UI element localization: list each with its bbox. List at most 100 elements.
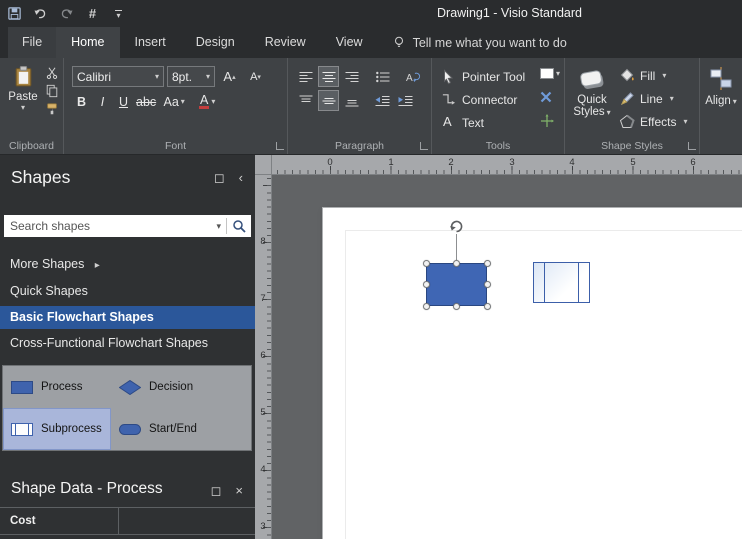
search-input[interactable] (4, 219, 212, 233)
align-right-button[interactable] (341, 66, 362, 87)
subprocess-shape[interactable] (533, 262, 590, 303)
ruler-number: 1 (388, 157, 394, 168)
underline-button[interactable]: U (114, 91, 133, 112)
italic-button[interactable]: I (93, 91, 112, 112)
text-block-button[interactable] (540, 114, 554, 128)
bullets-button[interactable] (372, 66, 393, 87)
decrease-indent-button[interactable] (372, 90, 393, 111)
tab-file[interactable]: File (8, 27, 57, 58)
tab-design[interactable]: Design (181, 27, 250, 58)
effects-button[interactable]: Effects ▾ (619, 110, 687, 133)
process-shape[interactable] (426, 263, 487, 306)
rectangle-tool-button[interactable]: ▾ (539, 68, 560, 79)
align-center-icon (322, 71, 335, 82)
decision-master-icon (119, 379, 141, 395)
ruler-number: 4 (569, 157, 575, 168)
align-button[interactable]: Align ▾ (703, 66, 739, 107)
start-end-master-icon (119, 423, 141, 435)
drawing-surface[interactable] (272, 175, 742, 539)
bold-button[interactable]: B (72, 91, 91, 112)
undo-button[interactable] (32, 5, 49, 23)
shape-styles-group-label: Shape Styles (601, 140, 663, 152)
shape-styles-dialog-launcher[interactable] (688, 142, 696, 150)
master-subprocess[interactable]: Subprocess (3, 408, 111, 450)
stencil-cross-functional[interactable]: Cross-Functional Flowchart Shapes (10, 336, 208, 350)
quick-styles-button[interactable]: Quick Styles ▾ (569, 64, 615, 133)
align-center-button[interactable] (318, 66, 339, 87)
increase-indent-button[interactable] (395, 90, 416, 111)
undo-icon (34, 9, 46, 19)
copy-button[interactable] (43, 83, 61, 99)
selection-handle[interactable] (453, 302, 460, 310)
change-case-button[interactable]: Aa ▾ (159, 91, 189, 112)
stencil-basic-flowchart[interactable]: Basic Flowchart Shapes (0, 306, 255, 329)
touch-mouse-mode-button[interactable]: # (84, 5, 101, 23)
align-bottom-icon (345, 99, 358, 106)
selection-handle[interactable] (422, 281, 430, 288)
ruler-number: 3 (509, 157, 515, 168)
align-middle-button[interactable] (318, 90, 339, 111)
paste-icon (15, 66, 31, 87)
font-dialog-launcher[interactable] (276, 142, 284, 150)
master-process[interactable]: Process (3, 366, 111, 408)
float-panel-icon[interactable]: ◻ (211, 483, 222, 499)
align-left-button[interactable] (295, 66, 316, 87)
font-family-combo[interactable]: Calibri ▾ (72, 66, 164, 87)
strikethrough-button[interactable]: abc (135, 91, 157, 112)
close-icon[interactable]: × (235, 483, 243, 499)
connection-point-button[interactable] (540, 91, 552, 103)
tab-review[interactable]: Review (250, 27, 321, 58)
chevron-down-icon: ▾ (211, 97, 216, 106)
master-decision[interactable]: Decision (111, 366, 251, 408)
shrink-font-button[interactable]: A ▾ (244, 66, 267, 87)
format-painter-button[interactable] (43, 101, 61, 117)
pointer-tool-button[interactable]: Pointer Tool (462, 70, 525, 84)
rotation-handle-icon[interactable] (449, 219, 464, 234)
text-direction-button[interactable]: A (403, 66, 424, 87)
selection-handle[interactable] (422, 302, 430, 310)
tab-home[interactable]: Home (56, 27, 120, 58)
align-top-button[interactable] (295, 90, 316, 111)
save-button[interactable] (6, 5, 23, 23)
align-bottom-button[interactable] (341, 90, 362, 111)
font-size-combo[interactable]: 8pt. ▾ (167, 66, 215, 87)
selection-handle[interactable] (483, 302, 491, 310)
collapse-panel-icon[interactable]: ‹ (239, 170, 243, 186)
drawing-page[interactable] (322, 207, 742, 539)
chevron-down-icon: ▾ (555, 69, 560, 78)
tell-me-box[interactable]: Tell me what you want to do (392, 27, 567, 58)
fill-button[interactable]: Fill ▾ (619, 64, 687, 87)
rotation-handle-line (456, 234, 457, 260)
float-panel-icon[interactable]: ◻ (214, 170, 225, 186)
window-title: Drawing1 - Visio Standard (437, 6, 582, 20)
line-button[interactable]: Line ▾ (619, 87, 687, 110)
ruler-number: 5 (260, 407, 266, 418)
shape-data-row-cost[interactable]: Cost (0, 508, 255, 535)
selection-handle[interactable] (483, 281, 491, 288)
connector-button[interactable]: Connector (462, 93, 517, 107)
tab-view[interactable]: View (321, 27, 378, 58)
search-button[interactable] (227, 215, 251, 237)
paragraph-dialog-launcher[interactable] (420, 142, 428, 150)
tools-group-label: Tools (485, 140, 511, 152)
grow-font-button[interactable]: A ▴ (218, 66, 241, 87)
redo-button[interactable] (58, 5, 75, 23)
font-color-button[interactable]: A ▾ (191, 91, 223, 112)
pointer-tool-row: Pointer Tool ▾ (432, 66, 564, 89)
quick-shapes-item[interactable]: Quick Shapes (10, 284, 88, 298)
tab-insert[interactable]: Insert (120, 27, 181, 58)
text-tool-button[interactable]: Text (462, 116, 484, 130)
font-family-value: Calibri (77, 69, 112, 84)
master-start-end[interactable]: Start/End (111, 408, 251, 450)
paste-label: Paste (8, 91, 38, 103)
customize-qat-button[interactable]: ▾ (110, 5, 127, 23)
selection-handle[interactable] (422, 259, 430, 267)
cut-button[interactable] (43, 65, 61, 81)
connector-row: Connector (432, 89, 564, 112)
paste-button[interactable]: Paste ▾ (5, 65, 41, 117)
chevron-down-icon: ▾ (205, 72, 210, 81)
more-shapes-item[interactable]: More Shapes ▸ (10, 257, 100, 271)
selection-handle[interactable] (483, 259, 491, 267)
search-dropdown-icon[interactable]: ▾ (211, 221, 226, 232)
selection-handle[interactable] (453, 259, 460, 267)
